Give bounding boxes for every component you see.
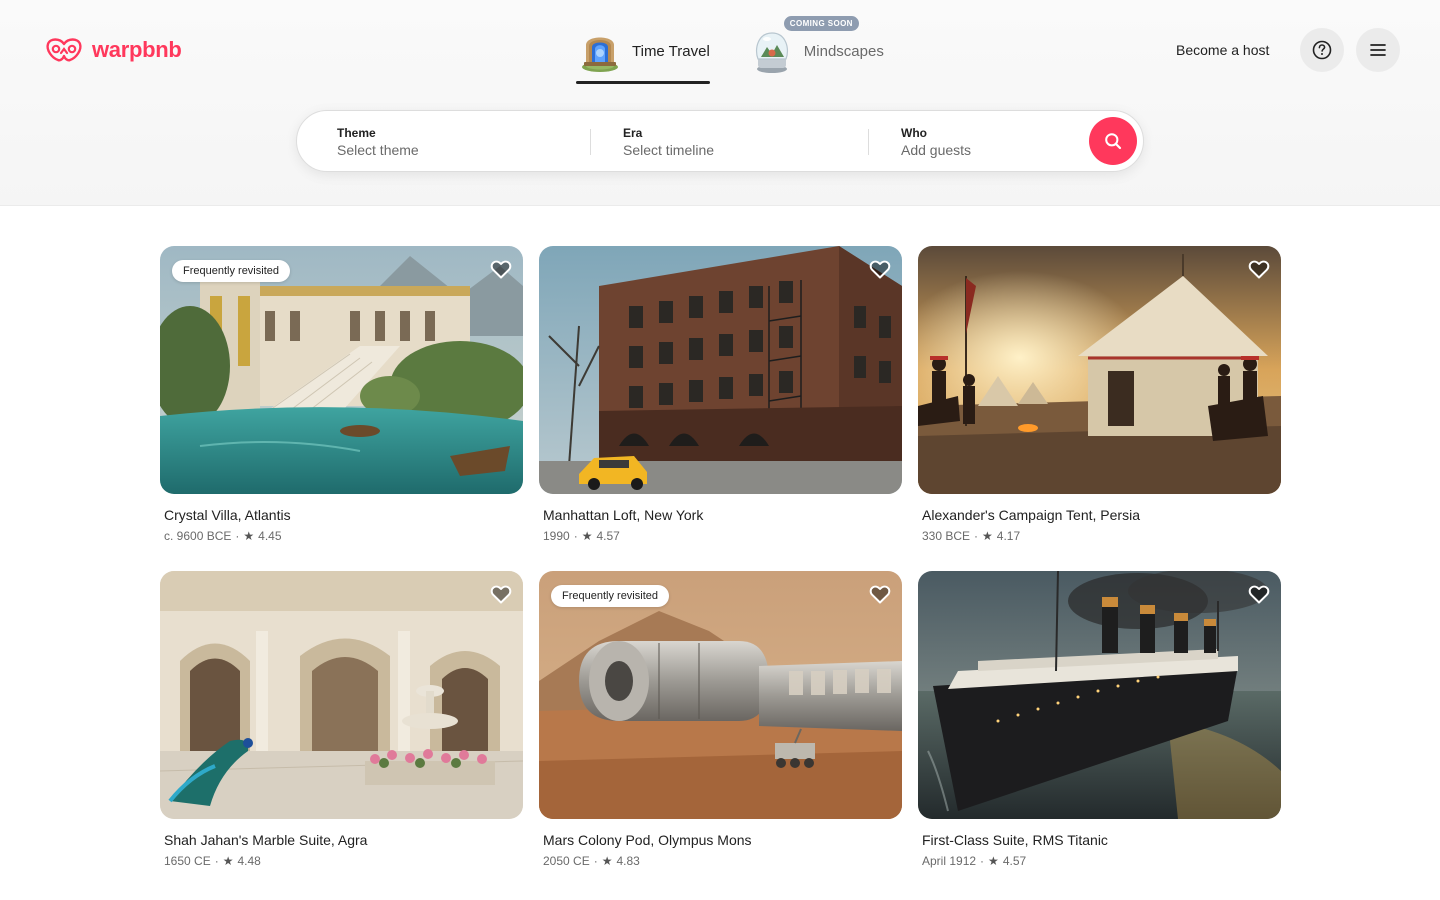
heart-icon[interactable]	[489, 582, 513, 606]
atlantis-villa-image	[160, 246, 523, 494]
listing-photo[interactable]: Frequently revisited	[160, 246, 523, 494]
listing-rating: 4.83	[616, 854, 640, 868]
meta-separator: ·	[573, 529, 578, 543]
heart-icon[interactable]	[868, 582, 892, 606]
listing-title: First-Class Suite, RMS Titanic	[922, 832, 1108, 848]
listing-rating: 4.45	[258, 529, 282, 543]
who-label: Who	[901, 126, 927, 140]
help-button[interactable]	[1300, 28, 1344, 72]
listing-photo[interactable]	[918, 571, 1281, 819]
era-label: Era	[623, 126, 643, 140]
star-icon: ★	[982, 529, 993, 543]
star-icon: ★	[581, 529, 593, 543]
listing-title: Shah Jahan's Marble Suite, Agra	[164, 832, 368, 848]
top-header: warpbnb Time Travel Mindscapes COMING SO…	[0, 0, 1440, 206]
listing-meta: 1990 · ★ 4.57	[543, 529, 902, 543]
menu-button[interactable]	[1356, 28, 1400, 72]
listing-era: c. 9600 BCE	[164, 529, 232, 543]
heart-icon[interactable]	[489, 257, 513, 281]
listing-meta: 330 BCE · ★ 4.17	[922, 529, 1281, 543]
listing-meta: c. 9600 BCE · ★ 4.45	[164, 529, 523, 543]
listing-meta: 2050 CE · ★ 4.83	[543, 854, 902, 868]
search-bar: Theme Era Who	[296, 110, 1144, 172]
warpbnb-logo-icon	[46, 38, 82, 62]
heart-icon[interactable]	[1247, 582, 1271, 606]
meta-separator: ·	[980, 854, 985, 868]
brand-logo[interactable]: warpbnb	[44, 36, 182, 64]
star-icon: ★	[243, 529, 255, 543]
tab-label: Time Travel	[632, 42, 710, 60]
manhattan-loft-image	[539, 246, 902, 494]
hamburger-menu-icon	[1370, 44, 1386, 56]
meta-separator: ·	[593, 854, 598, 868]
listing-era: 330 BCE	[922, 529, 971, 543]
meta-separator: ·	[235, 529, 240, 543]
listing-card[interactable]: Manhattan Loft, New York 1990 · ★ 4.57	[539, 246, 902, 543]
marble-suite-image	[160, 571, 523, 819]
campaign-tent-image	[918, 246, 1281, 494]
listing-era: 2050 CE	[543, 854, 590, 868]
theme-field[interactable]: Theme	[337, 111, 537, 173]
heart-icon[interactable]	[1247, 257, 1271, 281]
listing-rating: 4.57	[596, 529, 620, 543]
listing-rating: 4.57	[1002, 854, 1027, 868]
mars-colony-pod-image	[539, 571, 902, 819]
star-icon: ★	[601, 854, 613, 868]
listing-photo[interactable]	[160, 571, 523, 819]
search-icon	[1105, 133, 1122, 150]
heart-icon[interactable]	[868, 257, 892, 281]
listing-rating: 4.17	[996, 529, 1021, 543]
frequently-revisited-badge: Frequently revisited	[172, 260, 290, 282]
who-field[interactable]: Who	[901, 111, 1101, 173]
coming-soon-badge: COMING SOON	[783, 16, 859, 31]
listing-era: 1990	[543, 529, 570, 543]
category-tabs: Time Travel Mindscapes COMING SOON	[576, 16, 884, 84]
listing-title: Alexander's Campaign Tent, Persia	[922, 507, 1140, 523]
listing-title: Manhattan Loft, New York	[543, 507, 704, 523]
theme-label: Theme	[337, 126, 376, 140]
titanic-suite-image	[918, 571, 1281, 819]
star-icon: ★	[988, 854, 999, 868]
meta-separator: ·	[974, 529, 979, 543]
listing-card[interactable]: First-Class Suite, RMS Titanic April 191…	[918, 571, 1281, 868]
listing-title: Crystal Villa, Atlantis	[164, 507, 291, 523]
brand-name: warpbnb	[92, 37, 182, 62]
question-circle-icon	[1312, 40, 1332, 60]
time-portal-icon	[582, 37, 618, 72]
tab-time-travel[interactable]: Time Travel	[576, 18, 710, 84]
snow-globe-icon	[755, 32, 788, 73]
meta-separator: ·	[214, 854, 219, 868]
search-button[interactable]	[1089, 117, 1137, 165]
listing-photo[interactable]: Frequently revisited	[539, 571, 902, 819]
tab-label: Mindscapes	[803, 42, 884, 60]
who-input[interactable]	[901, 142, 1101, 158]
listing-card[interactable]: Shah Jahan's Marble Suite, Agra 1650 CE …	[160, 571, 523, 868]
listing-photo[interactable]	[539, 246, 902, 494]
listing-meta: 1650 CE · ★ 4.48	[164, 854, 523, 868]
search-divider	[868, 129, 869, 155]
active-tab-indicator	[576, 81, 710, 84]
era-input[interactable]	[623, 142, 823, 158]
listing-card[interactable]: Frequently revisited Crystal Villa, Atla…	[160, 246, 523, 543]
theme-input[interactable]	[337, 142, 537, 158]
listing-card[interactable]: Alexander's Campaign Tent, Persia 330 BC…	[918, 246, 1281, 543]
listing-card[interactable]: Frequently revisited Mars Colony Pod, Ol…	[539, 571, 902, 868]
listing-title: Mars Colony Pod, Olympus Mons	[543, 832, 752, 848]
listing-rating: 4.48	[237, 854, 261, 868]
star-icon: ★	[222, 854, 234, 868]
tab-mindscapes[interactable]: Mindscapes COMING SOON	[748, 16, 884, 84]
frequently-revisited-badge: Frequently revisited	[551, 585, 669, 607]
become-a-host-link[interactable]: Become a host	[1176, 42, 1269, 58]
listing-era: 1650 CE	[164, 854, 211, 868]
listings-grid: Frequently revisited Crystal Villa, Atla…	[160, 246, 1281, 868]
search-divider	[590, 129, 591, 155]
listing-meta: April 1912 · ★ 4.57	[922, 854, 1281, 868]
listing-photo[interactable]	[918, 246, 1281, 494]
listing-era: April 1912	[922, 854, 977, 868]
era-field[interactable]: Era	[623, 111, 823, 173]
